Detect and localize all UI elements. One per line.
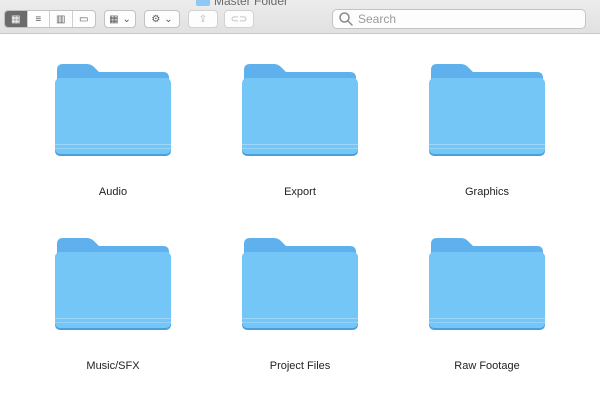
chevron-down-icon: ⌄ — [122, 13, 131, 25]
folder-label: Project Files — [269, 360, 331, 372]
icon-view-icon: ▦ — [11, 13, 21, 25]
window-title: Master Folder — [196, 0, 288, 8]
column-view-button[interactable]: ▥ — [50, 11, 73, 27]
view-mode-segmented-control: ▦ ≡ ▥ ▭ — [4, 10, 96, 28]
folder-label: Graphics — [464, 186, 510, 198]
list-view-icon: ≡ — [35, 13, 42, 25]
folder-item-graphics[interactable]: Graphics — [412, 60, 562, 210]
folder-icon — [425, 234, 549, 334]
icon-view-button[interactable]: ▦ — [5, 11, 28, 27]
group-icon: ▦ — [109, 13, 119, 25]
gallery-view-icon: ▭ — [79, 13, 89, 25]
folder-item-music-sfx[interactable]: Music/SFX — [38, 234, 188, 384]
tag-icon: ⊂⊃ — [230, 13, 248, 25]
search-icon — [339, 12, 353, 26]
folder-label: Music/SFX — [86, 360, 140, 372]
window-title-text: Master Folder — [214, 0, 289, 8]
tag-button[interactable]: ⊂⊃ — [224, 10, 254, 28]
share-icon: ⇪ — [198, 13, 208, 25]
chevron-down-icon: ⌄ — [164, 13, 173, 25]
folder-icon — [238, 234, 362, 334]
toolbar: Master Folder ▦ ≡ ▥ ▭ ▦ ⌄ ⚙ ⌄ ⇪ ⊂⊃ — [0, 0, 600, 34]
column-view-icon: ▥ — [56, 13, 66, 25]
gallery-view-button[interactable]: ▭ — [73, 11, 95, 27]
action-button[interactable]: ⚙ ⌄ — [144, 10, 180, 28]
folder-icon — [425, 60, 549, 160]
folder-item-audio[interactable]: Audio — [38, 60, 188, 210]
share-button[interactable]: ⇪ — [188, 10, 218, 28]
folder-item-project-files[interactable]: Project Files — [225, 234, 375, 384]
folder-item-raw-footage[interactable]: Raw Footage — [412, 234, 562, 384]
gear-icon: ⚙ — [151, 13, 161, 25]
folder-icon — [196, 0, 210, 6]
folder-label: Export — [284, 186, 316, 198]
group-by-button[interactable]: ▦ ⌄ — [104, 10, 136, 28]
folder-label: Raw Footage — [454, 360, 520, 372]
search-input[interactable] — [358, 12, 578, 26]
folder-icon — [51, 60, 175, 160]
folder-label: Audio — [98, 186, 128, 198]
folder-icon — [238, 60, 362, 160]
folder-icon — [51, 234, 175, 334]
list-view-button[interactable]: ≡ — [28, 11, 50, 27]
folder-item-export[interactable]: Export — [225, 60, 375, 210]
search-field[interactable] — [332, 9, 586, 29]
